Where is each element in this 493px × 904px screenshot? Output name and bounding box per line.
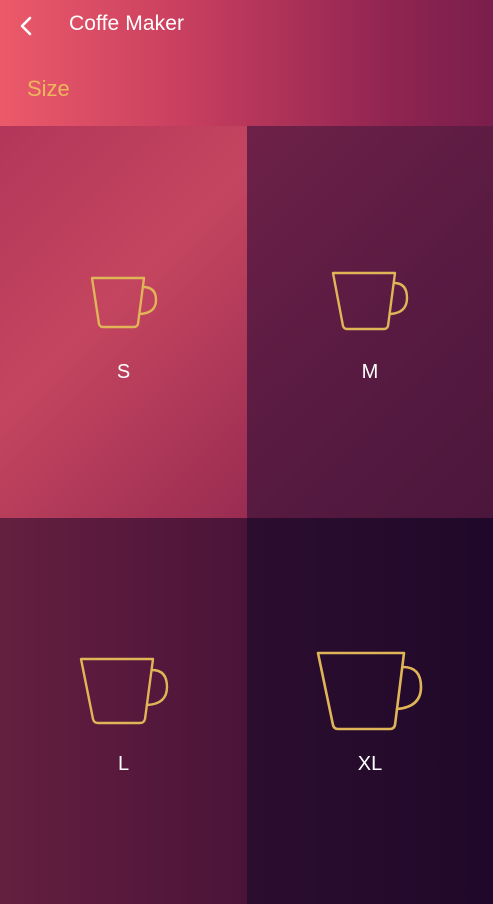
small-cup-icon: [0, 274, 247, 330]
size-option-xl[interactable]: XL: [247, 518, 493, 904]
back-button[interactable]: [10, 8, 42, 44]
extra-large-cup-icon: [247, 649, 493, 733]
top-bar: Coffe Maker: [0, 0, 493, 52]
chevron-left-icon: [20, 16, 32, 36]
size-label-xl: XL: [357, 753, 383, 775]
medium-cup-icon: [247, 269, 493, 333]
size-label-s: S: [116, 361, 131, 383]
size-label-l: L: [117, 753, 130, 775]
size-option-m[interactable]: M: [247, 126, 493, 518]
size-option-s[interactable]: S: [0, 126, 247, 518]
size-label-m: M: [361, 361, 379, 383]
page-title: Coffe Maker: [69, 12, 185, 35]
size-grid: S M L XL: [0, 126, 493, 904]
section-label: Size: [27, 76, 70, 101]
size-option-l[interactable]: L: [0, 518, 247, 904]
app-header: Coffe Maker Size: [0, 0, 493, 126]
large-cup-icon: [0, 655, 247, 727]
